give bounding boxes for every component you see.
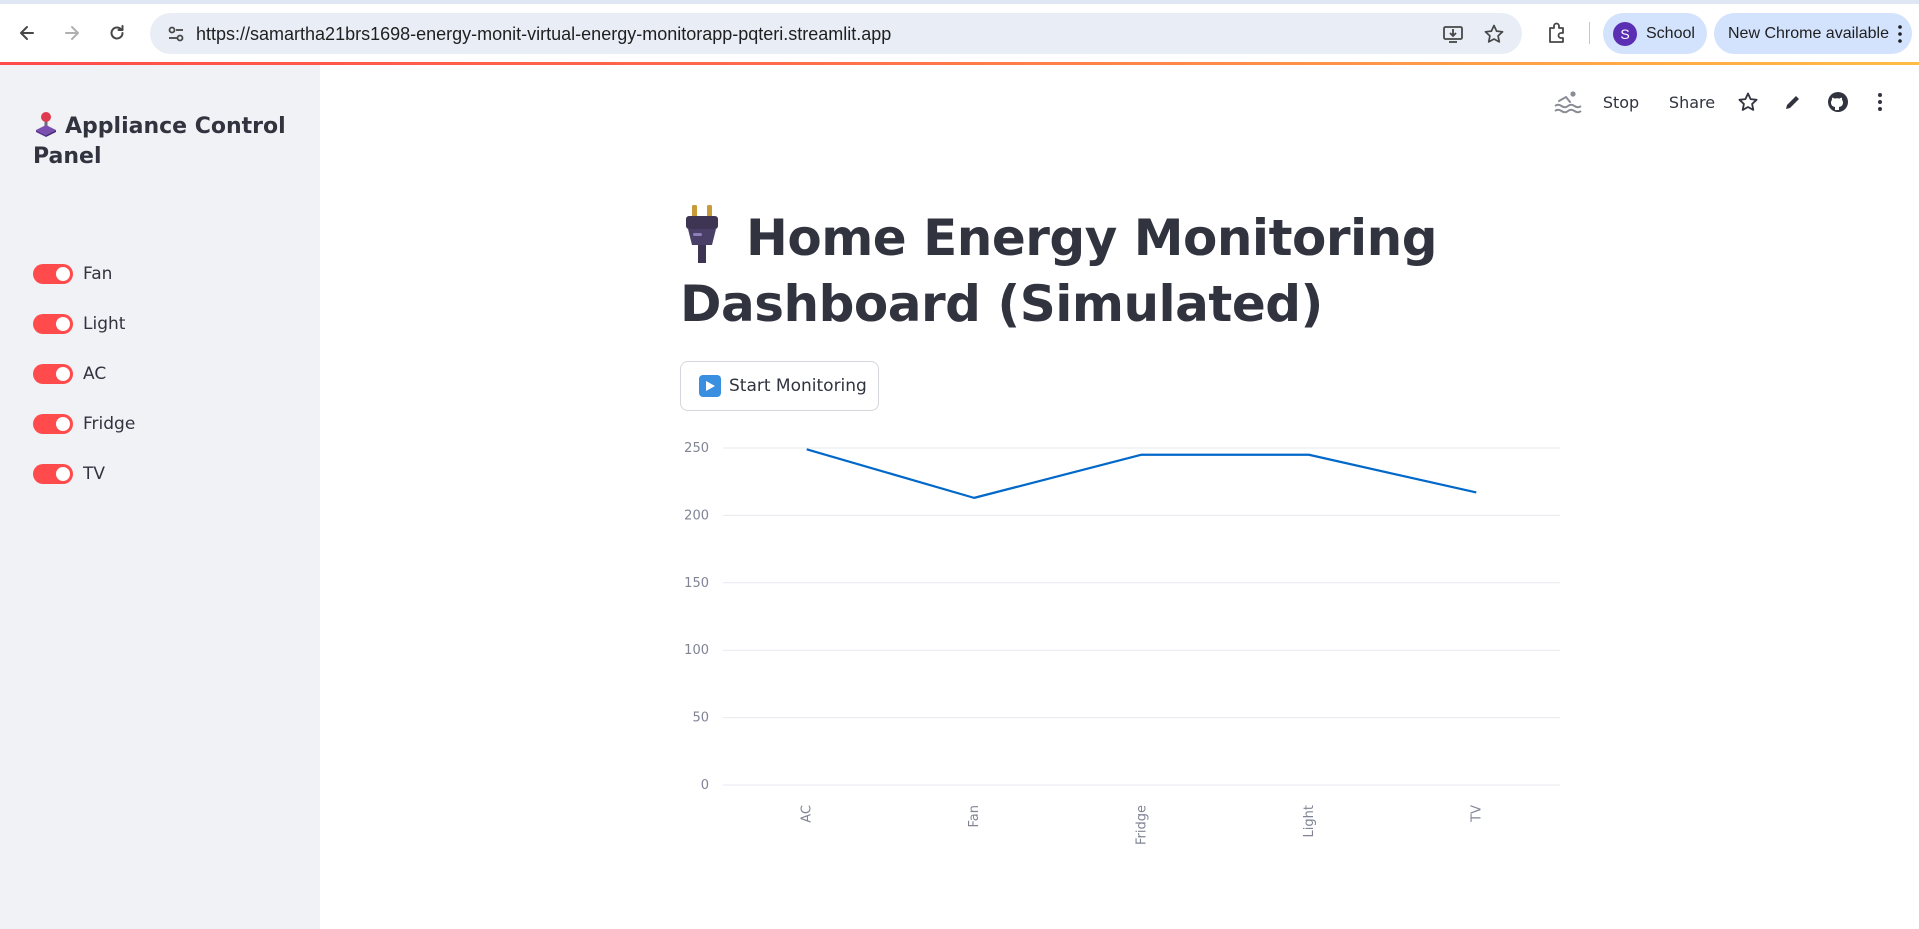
browser-toolbar: https://samartha21brs1698-energy-monit-v… [0,0,1919,64]
data-point [804,446,810,452]
update-label: New Chrome available [1728,24,1889,42]
extensions-icon[interactable] [1544,20,1570,46]
data-point [971,495,977,501]
more-vert-icon [1878,93,1882,111]
back-button[interactable] [12,18,42,48]
favorite-button[interactable] [1734,88,1762,116]
arrow-right-icon [65,26,79,40]
github-button[interactable] [1824,88,1852,116]
toggle-switch[interactable] [33,414,73,434]
toggle-knob [56,367,70,381]
toggle-label: AC [83,364,107,384]
toggle-switch[interactable] [33,364,73,384]
toggle-knob [56,267,70,281]
toggle-knob [56,317,70,331]
profile-button[interactable]: S School [1603,13,1707,54]
toggle-label: Fan [83,264,113,284]
y-tick-label: 150 [684,576,709,591]
sidebar [0,65,320,929]
x-tick-label: Fridge [1135,805,1150,845]
toggle-light[interactable]: Light [33,310,125,338]
x-tick-label: AC [800,805,815,823]
toggle-label: TV [83,464,106,484]
x-tick-label: Fan [967,805,982,828]
start-monitoring-label: Start Monitoring [729,376,867,396]
toggle-fridge[interactable]: Fridge [33,410,135,438]
y-tick-label: 200 [684,508,709,523]
more-vert-icon [1898,25,1902,43]
share-label: Share [1668,92,1716,112]
edit-button[interactable] [1779,88,1807,116]
avatar: S [1613,21,1637,46]
main-menu-button[interactable] [1866,88,1894,116]
toggle-tv[interactable]: TV [33,460,105,488]
toggle-ac[interactable]: AC [33,360,106,388]
y-tick-label: 250 [684,441,709,456]
profile-name: School [1646,24,1695,42]
sidebar-title: Appliance Control Panel [33,111,293,172]
toolbar-divider [1589,22,1590,44]
page-title: Home Energy Monitoring Dashboard (Simula… [680,205,1440,337]
reload-icon [110,25,124,40]
toggle-switch[interactable] [33,464,73,484]
install-app-icon [1443,26,1463,43]
page-title-text: Home Energy Monitoring Dashboard (Simula… [680,209,1438,333]
toggle-knob [56,417,70,431]
toggle-label: Fridge [83,414,136,434]
electric-plug-icon [686,205,718,263]
y-tick-label: 50 [692,711,709,726]
toggle-fan[interactable]: Fan [33,260,112,288]
y-tick-label: 0 [701,778,709,793]
tab-strip [0,0,1919,4]
toggle-label: Light [83,314,126,334]
play-icon [699,375,721,397]
data-point [1139,452,1145,458]
toggle-switch[interactable] [33,314,73,334]
sidebar-title-text: Appliance Control Panel [33,114,286,169]
update-button[interactable]: New Chrome available [1714,13,1912,54]
x-tick-label: Light [1302,805,1317,837]
joystick-icon [36,112,56,137]
github-icon [1828,92,1848,112]
pencil-icon [1786,96,1799,109]
url-text: https://samartha21brs1698-energy-monit-v… [196,24,892,44]
data-point [1473,489,1479,495]
site-settings-icon[interactable] [166,24,186,44]
data-point [1306,452,1312,458]
start-monitoring-button[interactable]: Start Monitoring [680,361,879,411]
stop-button[interactable]: Stop [1566,88,1676,116]
address-bar[interactable]: https://samartha21brs1698-energy-monit-v… [150,13,1522,54]
star-icon [1484,24,1504,43]
energy-line-chart: 0 50 100 150 200 250 AC Fan Fridge Light TV [684,441,1560,845]
install-app-button[interactable] [1442,23,1464,45]
x-tick-label: TV [1469,805,1484,823]
toggle-switch[interactable] [33,264,73,284]
stop-label: Stop [1602,92,1640,112]
arrow-left-icon [20,26,34,40]
share-button[interactable]: Share [1664,88,1720,116]
forward-button[interactable] [57,18,87,48]
bookmark-button[interactable] [1483,23,1505,45]
star-icon [1738,92,1758,111]
toggle-knob [56,467,70,481]
y-tick-label: 100 [684,643,709,658]
reload-button[interactable] [102,18,132,48]
